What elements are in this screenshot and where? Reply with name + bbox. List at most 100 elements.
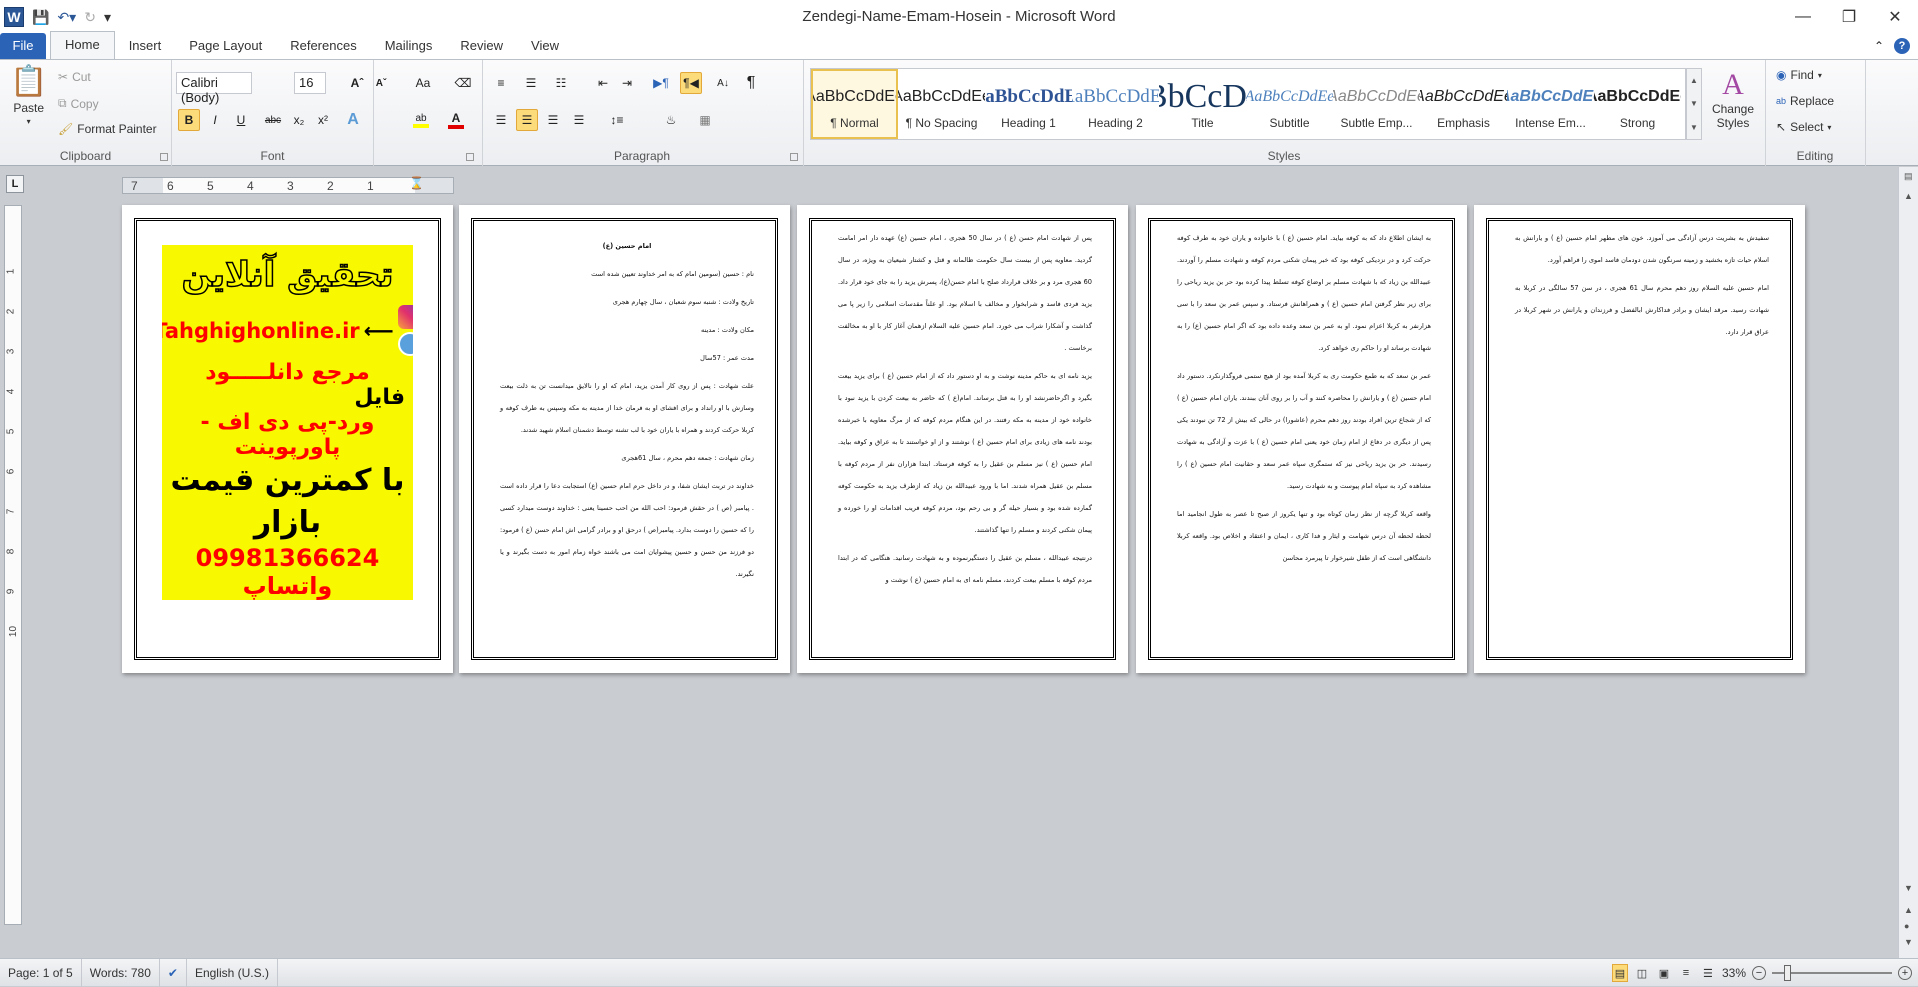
- vertical-ruler[interactable]: 1 2 3 4 5 6 7 8 9 10: [4, 205, 22, 925]
- style-subtitle[interactable]: AaBbCcDdEe Subtitle: [1246, 69, 1333, 139]
- zoom-out-icon[interactable]: −: [1752, 966, 1766, 980]
- paragraph: خداوند در تربت ایشان شفا، و در داخل حرم …: [500, 482, 754, 578]
- scroll-down-icon[interactable]: ▼: [1904, 883, 1913, 893]
- grow-font-icon[interactable]: Aˆ: [346, 72, 368, 94]
- sort-icon[interactable]: A↓: [712, 72, 734, 94]
- more-icon[interactable]: ▼: [1690, 123, 1698, 132]
- tab-review[interactable]: Review: [446, 33, 517, 59]
- align-right-icon[interactable]: ☰: [542, 109, 564, 131]
- style-preview: AaBbCcDdEe: [1159, 78, 1246, 115]
- page-3[interactable]: پس از شهادت امام حسن (ع ) در سال 50 هجری…: [797, 205, 1128, 673]
- web-layout-icon[interactable]: ▣: [1656, 964, 1672, 982]
- customize-qat-icon[interactable]: ▾: [104, 9, 111, 26]
- style-normal[interactable]: AaBbCcDdEe ¶ Normal: [811, 69, 898, 139]
- style-name: ¶ No Spacing: [905, 116, 978, 130]
- indent-marker-icon[interactable]: ⌛: [409, 176, 424, 190]
- help-icon[interactable]: ?: [1894, 38, 1910, 54]
- page-2[interactable]: امام حسین (ع) نام : حسین (سومین امام که …: [459, 205, 790, 673]
- change-case-button[interactable]: Aa: [408, 72, 438, 94]
- redo-icon[interactable]: ↻: [84, 9, 96, 26]
- minimize-button[interactable]: —: [1780, 0, 1826, 34]
- numbering-icon[interactable]: ☰: [520, 72, 542, 94]
- page-count[interactable]: Page: 1 of 5: [0, 958, 82, 987]
- font-color-button[interactable]: A: [445, 109, 467, 131]
- justify-icon[interactable]: ☰: [568, 109, 590, 131]
- style-intense-emphasis[interactable]: AaBbCcDdEe Intense Em...: [1507, 69, 1594, 139]
- undo-icon[interactable]: ↶▾: [57, 9, 76, 26]
- style-heading-1[interactable]: AaBbCcDdEe Heading 1: [985, 69, 1072, 139]
- close-button[interactable]: ✕: [1872, 0, 1918, 34]
- align-center-icon[interactable]: ☰: [516, 109, 538, 131]
- styles-gallery-scroll[interactable]: ▲ ▼ ▼: [1686, 68, 1702, 140]
- style-no-spacing[interactable]: AaBbCcDdEe ¶ No Spacing: [898, 69, 985, 139]
- style-strong[interactable]: AaBbCcDdEe Strong: [1594, 69, 1681, 139]
- font-size-select[interactable]: 16: [294, 72, 326, 94]
- full-screen-reading-icon[interactable]: ◫: [1634, 964, 1650, 982]
- browse-object-icon[interactable]: ●: [1904, 921, 1909, 931]
- tab-page-layout[interactable]: Page Layout: [175, 33, 276, 59]
- ruler-tick: 3: [5, 348, 17, 355]
- scroll-up-icon[interactable]: ▲: [1690, 76, 1698, 85]
- word-count[interactable]: Words: 780: [82, 958, 160, 987]
- decrease-indent-icon[interactable]: ⇤: [592, 72, 614, 94]
- rtl-direction-icon[interactable]: ¶◀: [680, 72, 702, 94]
- outline-icon[interactable]: ≡: [1678, 964, 1694, 982]
- save-icon[interactable]: 💾: [32, 9, 49, 26]
- next-page-icon[interactable]: ▼: [1904, 937, 1913, 947]
- scroll-down-icon[interactable]: ▼: [1690, 99, 1698, 108]
- paragraph-dialog-launcher-icon[interactable]: .: [790, 153, 798, 161]
- word-app-icon[interactable]: W: [4, 7, 24, 27]
- replace-button[interactable]: ab Replace: [1776, 94, 1834, 108]
- tab-file[interactable]: File: [0, 33, 46, 59]
- tab-home[interactable]: Home: [50, 31, 115, 59]
- style-heading-2[interactable]: AaBbCcDdEe Heading 2: [1072, 69, 1159, 139]
- ltr-direction-icon[interactable]: ▶¶: [650, 72, 672, 94]
- tab-view[interactable]: View: [517, 33, 573, 59]
- restore-button[interactable]: ❐: [1826, 0, 1872, 34]
- tab-mailings[interactable]: Mailings: [371, 33, 447, 59]
- scroll-up-icon[interactable]: ▲: [1904, 191, 1913, 201]
- page-4[interactable]: به ایشان اطلاع داد که به کوفه بیاید. اما…: [1136, 205, 1467, 673]
- align-left-icon[interactable]: ☰: [490, 109, 512, 131]
- shrink-font-icon[interactable]: Aˇ: [370, 72, 392, 94]
- proofing-icon[interactable]: ✔: [160, 958, 187, 987]
- bullets-icon[interactable]: ≡: [490, 72, 512, 94]
- line-spacing-icon[interactable]: ↕≡: [606, 109, 628, 131]
- show-formatting-icon[interactable]: ¶: [740, 72, 762, 94]
- minimize-ribbon-icon[interactable]: ⌃: [1874, 39, 1884, 53]
- ruler-toggle-icon[interactable]: ▤: [1904, 171, 1913, 182]
- borders-icon[interactable]: ▦: [694, 109, 716, 131]
- tab-stop-selector[interactable]: L: [6, 175, 24, 193]
- page-5[interactable]: سفیدش به بشریت درس آزادگی می آموزد. خون …: [1474, 205, 1805, 673]
- zoom-slider[interactable]: [1772, 965, 1892, 981]
- clear-formatting-icon[interactable]: ⌫: [452, 72, 474, 94]
- previous-page-icon[interactable]: ▲: [1904, 905, 1913, 915]
- style-emphasis[interactable]: AaBbCcDdEe Emphasis: [1420, 69, 1507, 139]
- find-button[interactable]: ◉ Find ▾: [1776, 68, 1822, 82]
- horizontal-ruler[interactable]: 7 6 5 4 3 2 1 ⌛: [122, 176, 454, 194]
- tab-insert[interactable]: Insert: [115, 33, 176, 59]
- highlight-color-button[interactable]: ab: [410, 109, 432, 131]
- style-title[interactable]: AaBbCcDdEeTitle: [1159, 69, 1246, 139]
- select-button[interactable]: ↖ Select ▾: [1776, 120, 1831, 134]
- paragraph: درنتیجه عبیدالله ، مسلم بن عقیل را دستگی…: [838, 554, 1092, 584]
- language[interactable]: English (U.S.): [187, 958, 278, 987]
- style-subtle-emphasis[interactable]: AaBbCcDdEe Subtle Emp...: [1333, 69, 1420, 139]
- document-heading: امام حسین (ع): [602, 242, 652, 250]
- change-styles-button[interactable]: A Change Styles: [1706, 68, 1760, 130]
- paragraph: مدت عمر : 57سال: [700, 354, 754, 362]
- ad-site-row: Tahghighonline.ir ⟵: [162, 305, 413, 356]
- zoom-slider-thumb[interactable]: [1784, 965, 1792, 981]
- shading-icon[interactable]: ♨: [660, 109, 682, 131]
- styles-group-label: Styles: [1267, 149, 1301, 163]
- draft-icon[interactable]: ☰: [1700, 964, 1716, 982]
- increase-indent-icon[interactable]: ⇥: [616, 72, 638, 94]
- vertical-scrollbar[interactable]: ▤ ▲ ▼ ▲ ● ▼: [1898, 167, 1918, 958]
- page-1[interactable]: تحقیق آنلاین Tahghighonline.ir ⟵ مرجع دان…: [122, 205, 453, 673]
- font-dialog-launcher-icon[interactable]: .: [466, 153, 474, 161]
- zoom-in-icon[interactable]: +: [1898, 966, 1912, 980]
- multilevel-list-icon[interactable]: ☷: [550, 72, 572, 94]
- tab-references[interactable]: References: [276, 33, 370, 59]
- zoom-level[interactable]: 33%: [1722, 966, 1746, 980]
- print-layout-icon[interactable]: ▤: [1611, 964, 1628, 982]
